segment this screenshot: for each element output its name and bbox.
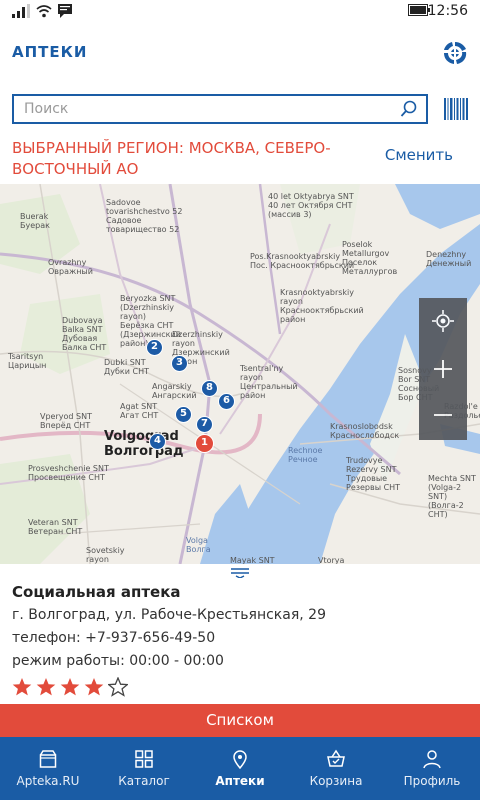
map-label-dubovaya: Dubovaya Balka SNT Дубовая Балка СНТ (62, 316, 107, 352)
selected-region: Выбранный регион: Москва, Северо-Восточн… (12, 139, 331, 178)
map-label-vperyod: Vperyod SNT Вперёд СНТ (40, 412, 92, 430)
map-label-buerak: Buerak Буерак (20, 212, 50, 230)
map-label-krasnookt-rayon: Krasnooktyabrskiy rayon Краснооктябрьски… (280, 288, 364, 324)
location-pin-icon (233, 750, 247, 769)
map-label-denezhny: Denezhny Денежный (426, 250, 472, 268)
pharmacy-hours: режим работы: 00:00 - 00:00 (12, 653, 224, 669)
map-label-mayak: Mayak SNT (230, 556, 275, 564)
pharmacy-marker-1[interactable]: 1 (195, 434, 214, 453)
bottom-nav: Apteka.RU Каталог Аптеки Корзина Профиль (0, 737, 480, 800)
map-label-poselok: Poselok Metallurgov Поселок Металлургов (342, 240, 398, 276)
map-label-prosveshchenie: Prosveshchenie SNT Просвещение СНТ (28, 464, 109, 482)
list-view-button[interactable]: Списком (0, 704, 480, 737)
star-filled-icon (12, 678, 32, 696)
drag-handle-icon[interactable] (231, 568, 249, 578)
map-view[interactable]: Sadovoe tovarishchestvo 52 Садовое товар… (0, 184, 480, 564)
page-title: АПТЕКИ (12, 43, 88, 61)
nav-item-catalog[interactable]: Каталог (96, 737, 192, 800)
pharmacy-logo-icon (444, 42, 467, 64)
map-controls (419, 298, 467, 440)
map-label-dubki: Dubki SNT Дубки СНТ (104, 358, 149, 376)
nav-label: Корзина (309, 774, 363, 788)
zoom-in-button[interactable] (419, 346, 467, 392)
barcode-icon[interactable] (444, 98, 468, 120)
map-label-sovetskiy: Sovetskiy rayon (86, 546, 125, 564)
pharmacy-address: г. Волгоград, ул. Рабоче-Крестьянская, 2… (12, 607, 326, 623)
rating-stars (12, 677, 128, 697)
map-label-vtorya: Vtorya (318, 556, 345, 564)
search-icon[interactable] (400, 100, 418, 118)
map-label-sadovoe: Sadovoe tovarishchestvo 52 Садовое товар… (106, 198, 183, 234)
person-icon (423, 750, 441, 769)
status-bar: 12:56 (0, 0, 480, 24)
map-label-mechta: Mechta SNT (Volga-2 SNT) (Волга-2 СНТ) (428, 474, 476, 519)
map-label-volgograd: Volgograd Волгоград (104, 429, 184, 459)
zoom-out-icon (434, 414, 452, 416)
basket-icon (327, 749, 345, 767)
zoom-in-icon (434, 360, 452, 378)
box-icon (39, 750, 57, 768)
nav-label: Аптеки (215, 774, 265, 788)
star-empty-icon (108, 677, 128, 697)
search-box[interactable] (12, 94, 428, 124)
nav-label: Каталог (118, 774, 170, 788)
map-label-tsentralny: Tsentral'ny rayon Центральный район (240, 364, 298, 400)
map-label-ovrazhny: Ovrazhny Овражный (48, 258, 93, 276)
map-label-tsaritsyn: Tsaritsyn Царицын (8, 352, 47, 370)
map-label-veteran: Veteran SNT Ветеран СНТ (28, 518, 83, 536)
map-label-angarskiy: Angarskiy Ангарский (152, 382, 197, 400)
map-label-volga: Volga Волга (186, 536, 211, 554)
pharmacy-marker-4[interactable]: 4 (149, 433, 166, 450)
clock: 12:56 (427, 3, 468, 19)
grid-icon (135, 750, 153, 768)
nav-item-pharmacies[interactable]: Аптеки (192, 737, 288, 800)
pharmacy-marker-2[interactable]: 2 (146, 339, 163, 356)
pharmacy-marker-7[interactable]: 7 (196, 416, 213, 433)
wifi-icon (36, 5, 52, 18)
map-label-tr-bot: 40 let Oktyabrya SNT 40 лет Октября СНТ … (268, 192, 354, 219)
search-input[interactable] (14, 96, 384, 122)
nav-item-cart[interactable]: Корзина (288, 737, 384, 800)
locate-button[interactable] (419, 298, 467, 344)
map-label-krasnoslobodsk: Krasnoslobodsk Краснослободск (330, 422, 400, 440)
locate-icon (432, 310, 454, 332)
star-filled-icon (84, 678, 104, 696)
star-filled-icon (60, 678, 80, 696)
change-region-button[interactable]: Сменить (385, 146, 453, 164)
nav-label: Apteka.RU (16, 774, 80, 788)
pharmacy-marker-8[interactable]: 8 (201, 380, 218, 397)
signal-icon (12, 4, 30, 18)
nav-label: Профиль (403, 774, 461, 788)
nav-item-profile[interactable]: Профиль (384, 737, 480, 800)
pharmacy-marker-6[interactable]: 6 (218, 393, 235, 410)
map-label-pos-krasnookt: Pos.Krasnooktyabrskiy Пос. Краснооктябрь… (250, 252, 355, 270)
zoom-out-button[interactable] (419, 392, 467, 438)
nav-item-apteka[interactable]: Apteka.RU (0, 737, 96, 800)
pharmacy-marker-5[interactable]: 5 (175, 406, 192, 423)
message-icon (58, 4, 72, 18)
map-label-agat: Agat SNT Агат СНТ (120, 402, 159, 420)
pharmacy-marker-3[interactable]: 3 (171, 355, 188, 372)
map-label-rechnoe: Rechnoe Речное (288, 446, 323, 464)
pharmacy-name: Социальная аптека (12, 583, 181, 601)
map-label-trudovye: Trudovye Rezervy SNT Трудовые Резервы СН… (346, 456, 401, 492)
star-filled-icon (36, 678, 56, 696)
pharmacy-phone[interactable]: телефон: +7-937-656-49-50 (12, 630, 215, 646)
